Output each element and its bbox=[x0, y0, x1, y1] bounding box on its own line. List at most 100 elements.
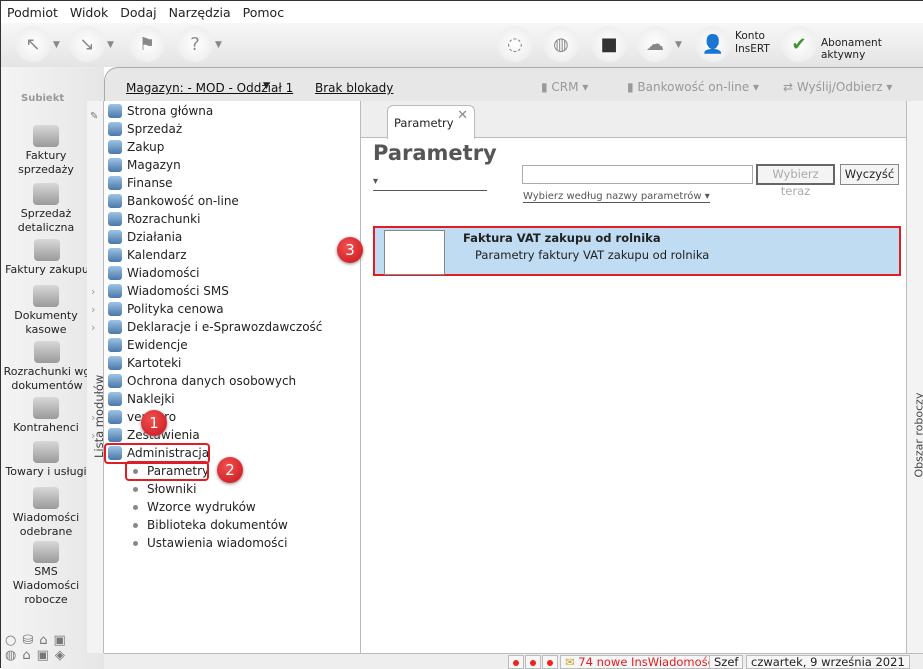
nav-faktury-sprzedazy[interactable]: Faktury sprzedaży bbox=[1, 125, 91, 177]
shield-check-icon[interactable]: ✔ bbox=[781, 26, 817, 62]
konto-label[interactable]: Konto InsERT bbox=[735, 30, 770, 56]
nav-dokumenty-kasowe[interactable]: Dokumenty kasowe bbox=[1, 285, 91, 337]
clear-button[interactable]: Wyczyść bbox=[840, 164, 899, 185]
page-title[interactable]: Parametry ▾ bbox=[373, 141, 497, 191]
inbox-icon bbox=[33, 487, 59, 509]
invoice-icon bbox=[33, 125, 59, 147]
module-sales[interactable]: Sprzedaż bbox=[108, 120, 182, 138]
module-label: Naklejki bbox=[127, 392, 175, 406]
module-finance[interactable]: Finanse bbox=[108, 174, 173, 192]
module-label: Strona główna bbox=[127, 104, 214, 118]
tab-parametry[interactable]: Parametry ✕ bbox=[387, 105, 475, 139]
item-description: Parametry faktury VAT zakupu od rolnika bbox=[475, 248, 710, 262]
module-labels[interactable]: Naklejki bbox=[108, 390, 175, 408]
retail-icon bbox=[33, 183, 59, 205]
module-declarations[interactable]: Deklaracje i e-Sprawozdawczość bbox=[108, 318, 322, 336]
menu-narzedzia[interactable]: Narzędzia bbox=[169, 5, 231, 20]
filter-dropdown[interactable]: Wybierz według nazwy parametrów ▾ bbox=[523, 191, 710, 203]
box-icon[interactable]: ■ bbox=[591, 26, 627, 62]
status-dot[interactable] bbox=[542, 655, 558, 669]
bullet-icon bbox=[133, 504, 138, 510]
search-input[interactable] bbox=[522, 165, 753, 184]
close-icon[interactable]: ✕ bbox=[457, 108, 468, 123]
abonament-status[interactable]: Abonament aktywny bbox=[821, 37, 923, 61]
menu-widok[interactable]: Widok bbox=[70, 5, 108, 20]
records-icon bbox=[108, 338, 122, 352]
module-label: Deklaracje i e-Sprawozdawczość bbox=[127, 320, 323, 334]
person-icon bbox=[33, 397, 59, 419]
vendero-icon bbox=[108, 410, 122, 424]
module-label: Finanse bbox=[127, 176, 173, 190]
module-cards[interactable]: Kartoteki bbox=[108, 354, 181, 372]
module-purchase[interactable]: Zakup bbox=[108, 138, 164, 156]
privacy-icon bbox=[108, 374, 122, 388]
module-warehouse[interactable]: Magazyn bbox=[108, 156, 181, 174]
subitem[interactable]: Wzorce wydruków bbox=[133, 498, 256, 516]
module-calendar[interactable]: Kalendarz bbox=[108, 246, 187, 264]
blokada-link[interactable]: Brak blokady bbox=[315, 81, 393, 95]
chevron-right-icon[interactable]: › bbox=[91, 303, 95, 316]
choose-now-button[interactable]: Wybierz teraz bbox=[756, 164, 835, 198]
forward-arrow-icon[interactable]: ↘ bbox=[69, 26, 105, 62]
status-bar: ✉ 74 nowe InsWiadomości Szef czwartek, 9… bbox=[104, 653, 923, 669]
cloud-db-icon[interactable]: ☁ bbox=[637, 26, 673, 62]
globe-icon[interactable]: ◍ bbox=[543, 26, 579, 62]
chevron-right-icon[interactable]: › bbox=[91, 285, 95, 298]
pin-icon[interactable]: ✎ bbox=[90, 111, 98, 122]
module-settlements[interactable]: Rozrachunki bbox=[108, 210, 200, 228]
wyslij-odbierz-button[interactable]: ⇄ Wyślij/Odbierz ▾ bbox=[783, 80, 892, 94]
flag-icon[interactable]: ⚑ bbox=[129, 26, 165, 62]
module-label: Ochrona danych osobowych bbox=[127, 374, 297, 388]
step-badge-1: 1 bbox=[141, 410, 167, 436]
module-label: Sprzedaż bbox=[127, 122, 183, 136]
module-messages[interactable]: Wiadomości bbox=[108, 264, 199, 282]
subitem-label: Biblioteka dokumentów bbox=[147, 518, 288, 532]
nav-sms-robocze[interactable]: SMS Wiadomości robocze bbox=[11, 541, 81, 607]
subitem[interactable]: Słowniki bbox=[133, 480, 196, 498]
module-pricing[interactable]: Polityka cenowa bbox=[108, 300, 224, 318]
subitem[interactable]: Biblioteka dokumentów bbox=[133, 516, 288, 534]
module-label: Zakup bbox=[127, 140, 165, 154]
subiekt-logo: Subiekt bbox=[21, 93, 65, 104]
chevron-right-icon[interactable]: › bbox=[91, 429, 95, 442]
module-records[interactable]: Ewidencje bbox=[108, 336, 188, 354]
nav-wiadomosci-odebrane[interactable]: Wiadomości odebrane bbox=[1, 487, 91, 539]
module-privacy[interactable]: Ochrona danych osobowych bbox=[108, 372, 296, 390]
nav-rozrachunki[interactable]: Rozrachunki wg dokumentów bbox=[0, 341, 97, 393]
status-dot[interactable] bbox=[525, 655, 541, 669]
nav-kontrahenci[interactable]: Kontrahenci bbox=[1, 397, 91, 435]
chevron-right-icon[interactable]: › bbox=[91, 321, 95, 334]
module-sms[interactable]: Wiadomości SMS bbox=[108, 282, 229, 300]
cards-icon bbox=[108, 356, 122, 370]
nav-towary[interactable]: Towary i usługi bbox=[1, 441, 91, 479]
bullet-icon bbox=[133, 486, 138, 492]
loading-icon[interactable]: ◌ bbox=[497, 26, 533, 62]
module-label: Wiadomości bbox=[127, 266, 200, 280]
module-bank[interactable]: Bankowość on-line bbox=[108, 192, 239, 210]
menu-podmiot[interactable]: Podmiot bbox=[7, 5, 58, 20]
chevron-down-icon[interactable]: ▼ bbox=[263, 81, 270, 91]
messages-status[interactable]: ✉ 74 nowe InsWiadomości bbox=[560, 655, 723, 669]
workspace-toggle[interactable]: Obszar roboczy bbox=[906, 101, 923, 653]
nav-sprzedaz-detaliczna[interactable]: Sprzedaż detaliczna bbox=[1, 183, 91, 235]
back-arrow-icon[interactable]: ↖ bbox=[15, 26, 51, 62]
pricing-icon bbox=[108, 302, 122, 316]
calendar-icon bbox=[108, 248, 122, 262]
insert-account-icon[interactable]: 👤 bbox=[695, 26, 731, 62]
bankowosc-button[interactable]: ▮ Bankowość on-line ▾ bbox=[627, 80, 759, 94]
module-list-toggle[interactable]: Lista modułów bbox=[87, 101, 106, 653]
crm-button[interactable]: ▮ CRM ▾ bbox=[541, 80, 588, 94]
highlight-parametry bbox=[125, 461, 209, 481]
subitem[interactable]: Ustawienia wiadomości bbox=[133, 534, 287, 552]
help-icon[interactable]: ? bbox=[177, 26, 213, 62]
item-title: Faktura VAT zakupu od rolnika bbox=[463, 231, 661, 245]
menu-dodaj[interactable]: Dodaj bbox=[120, 5, 156, 20]
goods-icon bbox=[33, 441, 59, 463]
module-home[interactable]: Strona główna bbox=[108, 102, 213, 120]
nav-faktury-zakupu[interactable]: Faktury zakupu bbox=[0, 239, 97, 277]
list-item[interactable]: Faktura VAT zakupu od rolnika Parametry … bbox=[373, 226, 901, 276]
menu-pomoc[interactable]: Pomoc bbox=[243, 5, 284, 20]
chevron-right-icon[interactable]: › bbox=[91, 411, 95, 424]
module-actions[interactable]: Działania bbox=[108, 228, 182, 246]
status-dot[interactable] bbox=[508, 655, 524, 669]
